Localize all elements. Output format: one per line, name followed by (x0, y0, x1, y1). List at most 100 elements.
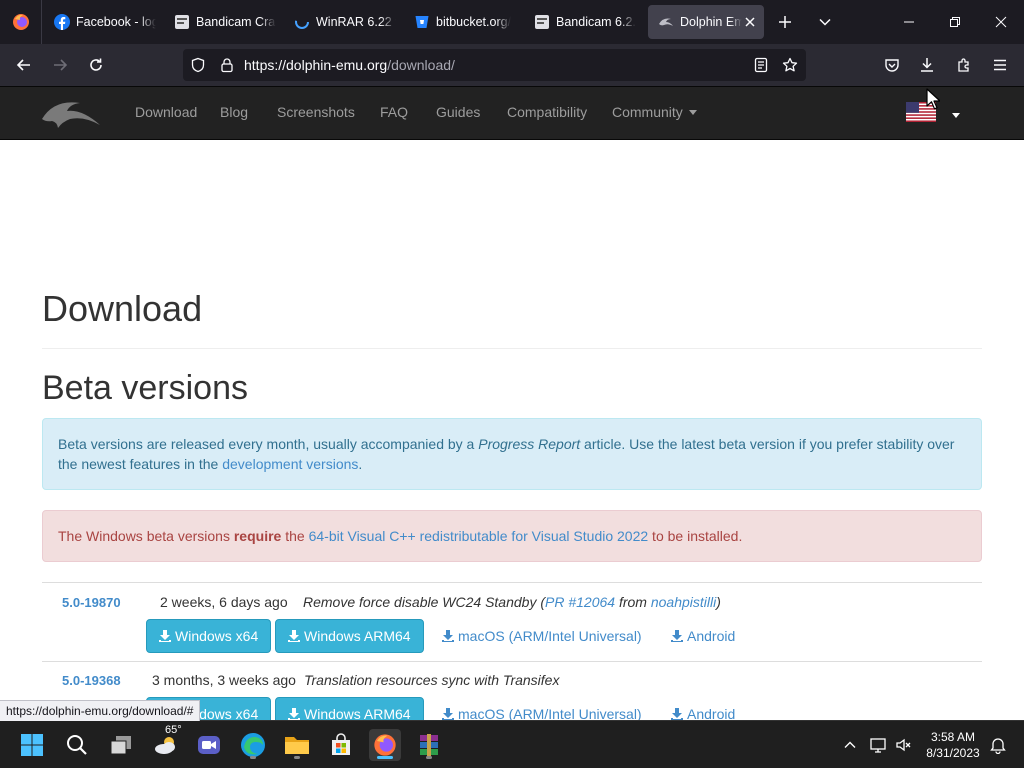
nav-guides[interactable]: Guides (436, 104, 480, 120)
show-hidden-icons-button[interactable] (836, 729, 864, 761)
download-windows-arm64-button[interactable]: Windows ARM64 (275, 697, 424, 720)
tab-bandicam-crack[interactable]: Bandicam Crack (164, 5, 276, 39)
task-view-icon (109, 733, 133, 757)
dolphin-icon (658, 14, 674, 30)
shield-icon[interactable] (190, 57, 206, 73)
link-label: macOS (ARM/Intel Universal) (458, 706, 642, 720)
download-icon (442, 630, 454, 642)
dolphin-logo[interactable] (40, 95, 102, 131)
download-android-link[interactable]: Android (671, 628, 735, 644)
vcredist-link[interactable]: 64-bit Visual C++ redistributable for Vi… (309, 528, 649, 544)
nav-download[interactable]: Download (135, 104, 197, 120)
list-all-tabs-button[interactable] (803, 0, 847, 44)
puzzle-icon (956, 57, 972, 73)
row-divider (42, 661, 982, 662)
nav-faq[interactable]: FAQ (380, 104, 408, 120)
pocket-button[interactable] (876, 49, 908, 81)
version-link[interactable]: 5.0-19870 (62, 595, 121, 610)
download-icon (671, 708, 683, 720)
reload-button[interactable] (80, 49, 112, 81)
address-bar[interactable]: https://dolphin-emu.org/download/ (183, 49, 806, 81)
arrow-left-icon (16, 57, 32, 73)
tab-facebook[interactable]: Facebook - log in or sign up (44, 5, 156, 39)
volume-button[interactable] (890, 729, 918, 761)
download-macos-link[interactable]: macOS (ARM/Intel Universal) (442, 628, 642, 644)
windows-requirement-alert: The Windows beta versions require the 64… (42, 510, 982, 562)
bookmark-star-icon[interactable] (782, 57, 798, 73)
taskbar-firefox[interactable] (369, 729, 401, 761)
development-versions-link[interactable]: development versions (222, 456, 358, 472)
task-view-button[interactable] (105, 729, 137, 761)
taskbar-edge[interactable] (237, 729, 269, 761)
windows-logo-icon (20, 733, 44, 757)
desc-text: from (615, 594, 651, 610)
link-status-preview: https://dolphin-emu.org/download/# (0, 700, 201, 721)
system-clock[interactable]: 3:58 AM 8/31/2023 (918, 729, 988, 761)
page-title: Download (42, 288, 203, 329)
nav-screenshots[interactable]: Screenshots (277, 104, 355, 120)
restore-icon (949, 16, 961, 28)
nav-community-dropdown[interactable]: Community (612, 104, 697, 120)
forward-button[interactable] (44, 49, 76, 81)
progress-report-text: Progress Report (478, 436, 581, 452)
chevron-down-icon (818, 15, 832, 29)
reload-icon (88, 57, 104, 73)
beta-info-alert: Beta versions are released every month, … (42, 418, 982, 490)
desc-text: ) (716, 594, 721, 610)
back-button[interactable] (8, 49, 40, 81)
taskbar-file-explorer[interactable] (281, 729, 313, 761)
download-icon (442, 708, 454, 720)
plus-icon (778, 15, 792, 29)
pr-link[interactable]: PR #12064 (545, 594, 615, 610)
tab-bandicam[interactable]: Bandicam 6.2.4 (524, 5, 636, 39)
partly-cloudy-icon (153, 733, 181, 757)
section-title: Beta versions (42, 369, 248, 407)
running-indicator (294, 756, 300, 759)
download-macos-link[interactable]: macOS (ARM/Intel Universal) (442, 706, 642, 720)
folder-icon (284, 733, 310, 757)
facebook-icon (54, 14, 70, 30)
minimize-button[interactable] (886, 0, 932, 44)
tab-bitbucket[interactable]: bitbucket.org/ (404, 5, 516, 39)
taskbar-search-button[interactable] (61, 729, 93, 761)
author-link[interactable]: noahpistilli (651, 594, 716, 610)
arrow-right-icon (52, 57, 68, 73)
nav-compatibility[interactable]: Compatibility (507, 104, 587, 120)
downloads-button[interactable] (911, 49, 943, 81)
lock-icon[interactable] (219, 57, 235, 73)
site-navbar: Download Blog Screenshots FAQ Guides Com… (0, 86, 1024, 140)
url-text[interactable]: https://dolphin-emu.org/download/ (244, 57, 455, 73)
start-button[interactable] (16, 729, 48, 761)
download-icon (288, 708, 300, 720)
app-menu-button[interactable] (984, 49, 1016, 81)
taskbar-meet-app[interactable] (193, 729, 225, 761)
reader-view-icon[interactable] (753, 57, 769, 73)
close-window-button[interactable] (978, 0, 1024, 44)
extensions-button[interactable] (948, 49, 980, 81)
version-age: 3 months, 3 weeks ago (152, 672, 296, 688)
version-link[interactable]: 5.0-19368 (62, 673, 121, 688)
nav-blog[interactable]: Blog (220, 104, 248, 120)
download-android-link[interactable]: Android (671, 706, 735, 720)
download-windows-x64-button[interactable]: Windows x64 (146, 619, 272, 653)
weather-widget[interactable]: 65° (149, 724, 185, 761)
firefox-view-button[interactable] (0, 0, 42, 44)
tab-title: bitbucket.org/ (436, 15, 512, 29)
download-windows-arm64-button[interactable]: Windows ARM64 (275, 619, 424, 653)
version-description: Remove force disable WC24 Standby (PR #1… (303, 594, 721, 610)
taskbar-winrar[interactable] (413, 729, 445, 761)
close-tab-icon[interactable] (742, 14, 758, 30)
tab-winrar[interactable]: WinRAR 6.22 with Crack (284, 5, 396, 39)
tab-dolphin-emulator[interactable]: Dolphin Emulator (648, 5, 764, 39)
tab-title: WinRAR 6.22 with Crack (316, 15, 396, 29)
network-status-button[interactable] (864, 729, 892, 761)
restore-button[interactable] (932, 0, 978, 44)
caret-down-icon (952, 112, 960, 118)
taskbar-store[interactable] (325, 729, 357, 761)
edge-browser-icon (240, 732, 266, 758)
tab-title: Bandicam Crack (196, 15, 276, 29)
volume-muted-icon (895, 736, 913, 754)
new-tab-button[interactable] (763, 0, 807, 44)
notifications-button[interactable] (984, 729, 1012, 761)
version-age: 2 weeks, 6 days ago (160, 594, 288, 610)
